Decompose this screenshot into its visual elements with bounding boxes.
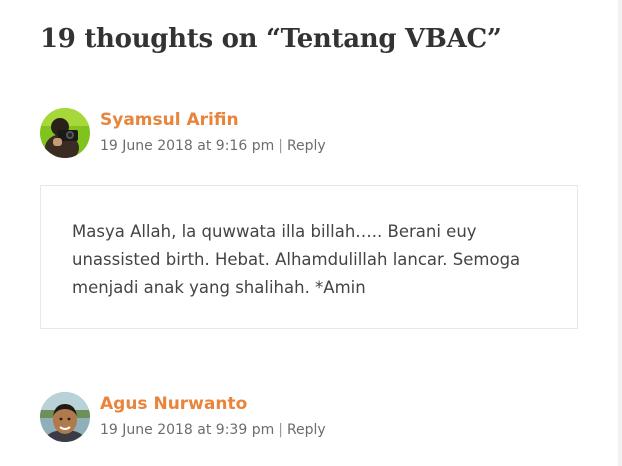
avatar-man-outdoor-icon: [40, 392, 90, 442]
comments-title: 19 thoughts on “Tentang VBAC”: [40, 24, 502, 54]
avatar[interactable]: [40, 108, 90, 158]
comment-header: Agus Nurwanto 19 June 2018 at 9:39 pm | Re…: [40, 392, 600, 452]
reply-link[interactable]: Reply: [287, 138, 326, 154]
comment-header: Syamsul Arifin 19 June 2018 at 9:16 pm | R…: [40, 108, 600, 168]
comment-meta: 19 June 2018 at 9:16 pm | Reply: [100, 138, 326, 154]
meta-separator: |: [278, 422, 283, 438]
comment-body: Masya Allah, la quwwata illa billah….. B…: [40, 185, 578, 329]
meta-separator: |: [278, 138, 283, 154]
comment-text: Masya Allah, la quwwata illa billah….. B…: [72, 222, 521, 297]
page-edge: [618, 0, 622, 466]
avatar-photographer-green-icon: [40, 108, 90, 158]
avatar[interactable]: [40, 392, 90, 442]
comment-author-link[interactable]: Agus Nurwanto: [100, 394, 247, 414]
comment-date-link[interactable]: 19 June 2018 at 9:16 pm: [100, 138, 274, 154]
comment-date-link[interactable]: 19 June 2018 at 9:39 pm: [100, 422, 274, 438]
comment-meta: 19 June 2018 at 9:39 pm | Reply: [100, 422, 326, 438]
reply-link[interactable]: Reply: [287, 422, 326, 438]
comment-author-link[interactable]: Syamsul Arifin: [100, 110, 239, 130]
